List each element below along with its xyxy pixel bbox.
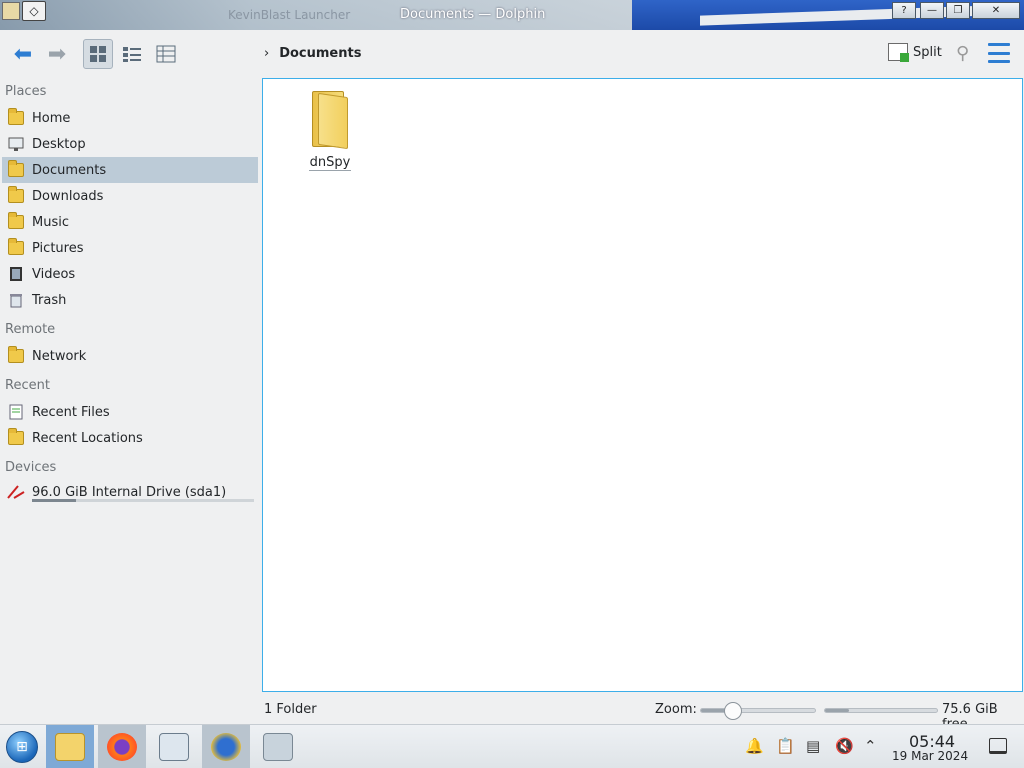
notifications-icon[interactable]: 🔔	[745, 737, 764, 755]
back-button[interactable]: ⬅	[8, 40, 38, 68]
section-devices: Devices	[5, 460, 57, 475]
drive-icon	[6, 482, 26, 502]
package-manager-icon	[263, 733, 293, 761]
forward-button[interactable]: ➡	[42, 40, 72, 68]
arrow-left-icon: ⬅	[13, 41, 33, 67]
network-icon	[6, 346, 26, 366]
places-panel: Places Home Desktop Documents Downloads …	[0, 78, 262, 724]
close-button[interactable]: ✕	[972, 2, 1020, 19]
music-icon	[6, 212, 26, 232]
breadcrumb: › Documents	[264, 46, 361, 61]
sidebar-item-downloads[interactable]: Downloads	[2, 183, 258, 209]
hamburger-menu-button[interactable]	[988, 43, 1010, 63]
search-icon: ⚲	[956, 43, 970, 64]
windows-logo-icon: ⊞	[16, 739, 28, 755]
compact-view-button[interactable]	[117, 39, 147, 69]
firefox-icon	[107, 733, 137, 761]
clipboard-icon[interactable]: 📋	[776, 737, 795, 755]
volume-muted-icon[interactable]: 🔇	[835, 737, 854, 755]
videos-icon	[6, 264, 26, 284]
zoom-slider-handle[interactable]	[723, 702, 742, 720]
background-window-title: KevinBlast Launcher	[228, 8, 351, 22]
section-remote: Remote	[5, 322, 56, 337]
status-bar: 1 Folder Zoom: 75.6 GiB free	[262, 698, 1024, 732]
split-label: Split	[913, 44, 942, 60]
sidebar-item-music[interactable]: Music	[2, 209, 258, 235]
recent-locations-icon	[6, 428, 26, 448]
drive-usage-bar	[32, 499, 254, 502]
taskbar-app-browser[interactable]	[202, 725, 250, 768]
globe-icon	[211, 733, 241, 761]
main-toolbar: ⬅ ➡ › Documents Split ⚲	[0, 30, 1024, 78]
compact-view-icon	[123, 47, 141, 62]
taskbar-app-package-manager[interactable]	[254, 725, 302, 768]
downloads-icon	[6, 186, 26, 206]
folder-name: dnSpy	[308, 155, 352, 171]
folder-icon	[308, 89, 352, 150]
search-button[interactable]: ⚲	[956, 43, 969, 64]
desktop-icon	[6, 134, 26, 154]
sidebar-item-pictures[interactable]: Pictures	[2, 235, 258, 261]
disk-space-bar[interactable]	[824, 708, 938, 713]
zoom-label: Zoom:	[655, 702, 697, 717]
show-desktop-button[interactable]	[989, 738, 1007, 754]
arrow-right-icon: ➡	[47, 41, 67, 67]
battery-icon[interactable]: ▤	[806, 737, 820, 755]
clock-date[interactable]: 19 Mar 2024	[892, 749, 968, 763]
taskbar-app-firefox[interactable]	[98, 725, 146, 768]
icons-view-icon	[90, 46, 106, 62]
sidebar-item-recent-files[interactable]: Recent Files	[2, 399, 258, 425]
icons-view-button[interactable]	[83, 39, 113, 69]
system-settings-icon	[159, 733, 189, 761]
section-recent: Recent	[5, 378, 50, 393]
help-button[interactable]: ?	[892, 2, 916, 19]
window-title: Documents — Dolphin	[400, 7, 546, 22]
recent-files-icon	[6, 402, 26, 422]
sidebar-item-home[interactable]: Home	[2, 105, 258, 131]
split-view-icon	[888, 43, 909, 62]
sidebar-item-trash[interactable]: Trash	[2, 287, 258, 313]
sidebar-item-desktop[interactable]: Desktop	[2, 131, 258, 157]
sidebar-item-recent-locations[interactable]: Recent Locations	[2, 425, 258, 451]
sidebar-item-documents[interactable]: Documents	[2, 157, 258, 183]
drive-usage-fill	[32, 499, 77, 502]
chevron-up-icon[interactable]: ⌃	[864, 737, 877, 755]
zoom-slider[interactable]	[700, 702, 816, 720]
status-summary: 1 Folder	[264, 702, 317, 717]
window-titlebar[interactable]: ◇ KevinBlast Launcher Documents — Dolphi…	[0, 0, 1024, 30]
breadcrumb-item-documents[interactable]: Documents	[279, 46, 361, 61]
minimize-button[interactable]: —	[920, 2, 944, 19]
chevron-right-icon[interactable]: ›	[264, 46, 269, 61]
file-view[interactable]: dnSpy	[262, 78, 1023, 692]
disk-space-fill	[825, 709, 849, 712]
sidebar-item-network[interactable]: Network	[2, 343, 258, 369]
window-app-icon[interactable]	[2, 2, 20, 20]
home-icon	[6, 108, 26, 128]
window-menu-icon[interactable]: ◇	[22, 1, 46, 21]
sidebar-item-videos[interactable]: Videos	[2, 261, 258, 287]
trash-icon	[6, 290, 26, 310]
taskbar-app-system-settings[interactable]	[150, 725, 198, 768]
start-menu-button[interactable]: ⊞	[6, 731, 38, 763]
pictures-icon	[6, 238, 26, 258]
documents-icon	[6, 160, 26, 180]
details-view-button[interactable]	[151, 39, 181, 69]
taskbar-app-file-manager[interactable]	[46, 725, 94, 768]
taskbar: ⊞ 🔔 📋 ▤ 🔇 ⌃ 05:44 19 Mar 2024	[0, 724, 1024, 768]
folder-item-dnspy[interactable]: dnSpy	[301, 89, 359, 171]
menu-icon	[988, 43, 1010, 46]
section-places: Places	[5, 84, 47, 99]
split-button[interactable]: Split	[888, 43, 942, 62]
file-manager-icon	[55, 733, 85, 761]
details-view-icon	[156, 45, 176, 63]
maximize-button[interactable]: ❐	[946, 2, 970, 19]
